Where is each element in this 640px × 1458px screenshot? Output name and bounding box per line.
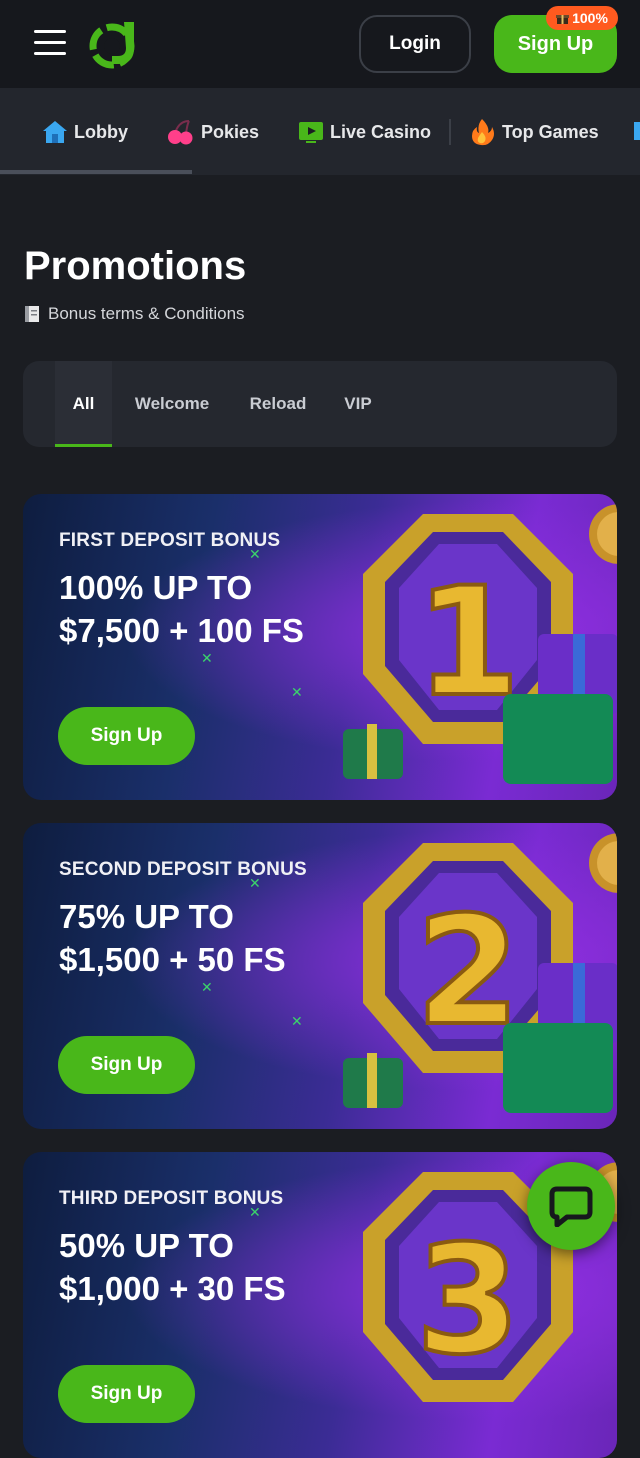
login-button[interactable]: Login [359,15,471,73]
promo-filter-tabs: All Welcome Reload VIP [23,361,617,447]
page-title: Promotions [24,244,247,288]
more-categories-icon[interactable] [634,120,640,142]
nav-item-label: Live Casino [330,121,432,142]
nav-divider [449,119,451,145]
deposit-badge-illustration: 1 [343,504,617,784]
tab-welcome[interactable]: Welcome [120,361,224,447]
nav-item-label: Pokies [201,121,260,142]
tab-all[interactable]: All [55,361,112,447]
deposit-badge-illustration: 2 [343,833,617,1113]
promo-card-first-deposit: ✕ ✕ ✕ FIRST DEPOSIT BONUS 100% UP TO $7,… [23,494,617,800]
brand-logo[interactable] [88,18,142,70]
nav-item-label: Top Games [502,121,599,142]
top-header: Login Sign Up 100% [0,0,640,88]
promo-signup-button[interactable]: Sign Up [58,707,195,765]
gift-icon [556,14,570,24]
bonus-terms-link[interactable]: Bonus terms & Conditions [24,304,245,324]
promo-subtitle: SECOND DEPOSIT BONUS [59,859,307,880]
nav-item-pokies[interactable]: Pokies [167,116,259,148]
badge-text: 100% [572,10,608,26]
menu-icon[interactable] [34,30,66,56]
tab-vip[interactable]: VIP [333,361,383,447]
promo-subtitle: THIRD DEPOSIT BONUS [59,1188,284,1209]
promo-card-second-deposit: ✕ ✕ ✕ SECOND DEPOSIT BONUS 75% UP TO $1,… [23,823,617,1129]
nav-item-top-games[interactable]: Top Games [468,116,599,148]
sparkle-icon: ✕ [291,1013,303,1029]
promo-signup-button[interactable]: Sign Up [58,1365,195,1423]
live-chat-button[interactable] [527,1162,615,1250]
cherry-icon [168,120,193,145]
document-icon [25,306,39,322]
sparkle-icon: ✕ [201,979,213,995]
flame-icon [472,119,494,146]
chat-bubble-icon [549,1186,593,1227]
signup-bonus-badge: 100% [546,6,618,30]
live-tv-icon [299,122,323,143]
tab-reload[interactable]: Reload [237,361,319,447]
bonus-terms-label: Bonus terms & Conditions [48,304,245,323]
badge-number: 3 [416,1214,520,1388]
sparkle-icon: ✕ [201,650,213,666]
nav-item-live-casino[interactable]: Live Casino [298,116,431,148]
sparkle-icon: ✕ [291,684,303,700]
home-icon [43,121,67,143]
nav-item-lobby[interactable]: Lobby [42,116,128,148]
nav-scroll-indicator [0,170,192,174]
nav-item-label: Lobby [74,121,128,142]
promo-subtitle: FIRST DEPOSIT BONUS [59,530,281,551]
promo-signup-button[interactable]: Sign Up [58,1036,195,1094]
